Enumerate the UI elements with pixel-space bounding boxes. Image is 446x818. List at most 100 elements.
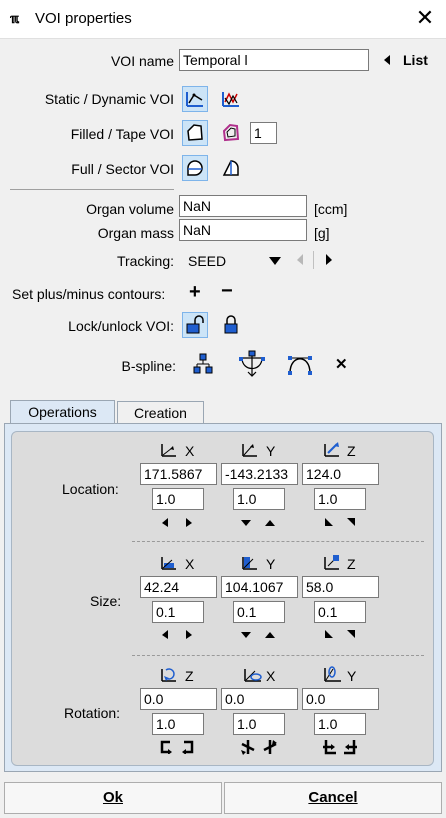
size-x-icon xyxy=(161,557,176,570)
size-y-input[interactable] xyxy=(221,576,298,598)
rotate-y-ccw-icon[interactable] xyxy=(321,739,337,755)
unlock-voi-button[interactable] xyxy=(182,312,208,338)
dynamic-voi-button[interactable] xyxy=(218,86,244,112)
static-voi-button[interactable] xyxy=(182,86,208,112)
bspline-tree-icon[interactable] xyxy=(192,352,214,374)
size-x-input[interactable] xyxy=(140,576,217,598)
window-title: VOI properties xyxy=(35,10,132,27)
location-y-icon xyxy=(242,444,257,457)
size-z-decrease-icon[interactable] xyxy=(324,629,334,639)
separator xyxy=(10,189,174,190)
tab-creation[interactable]: Creation xyxy=(117,401,204,423)
tab-operations[interactable]: Operations xyxy=(10,400,115,424)
list-button[interactable]: List xyxy=(383,52,441,70)
size-y-step[interactable] xyxy=(233,601,285,623)
size-separator xyxy=(132,655,424,656)
rotation-x-step[interactable] xyxy=(233,713,285,735)
plus-contour-button[interactable]: + xyxy=(189,281,201,303)
dynamic-voi-icon xyxy=(222,92,239,107)
rotate-x-cw-icon[interactable] xyxy=(262,739,278,755)
minus-contour-button[interactable]: − xyxy=(221,280,233,302)
rotation-z-icon xyxy=(161,668,176,682)
ok-button-label: Ok xyxy=(102,789,123,806)
rotation-z-label: Z xyxy=(185,668,194,684)
location-label: Location: xyxy=(62,481,119,497)
organ-mass-input[interactable] xyxy=(179,219,307,241)
tracking-divider xyxy=(313,251,314,269)
size-y-increase-icon[interactable] xyxy=(265,631,275,639)
tape-width-input[interactable] xyxy=(250,122,277,144)
lock-icon xyxy=(224,315,238,334)
rotation-x-input[interactable] xyxy=(221,688,298,710)
location-y-decrease-icon[interactable] xyxy=(241,519,251,527)
unlock-icon xyxy=(186,315,204,334)
rotate-z-cw-icon[interactable] xyxy=(181,740,195,754)
sector-voi-button[interactable] xyxy=(218,155,244,181)
location-x-input[interactable] xyxy=(140,463,217,485)
bspline-label: B-spline: xyxy=(121,358,176,374)
lock-voi-button[interactable] xyxy=(218,312,244,338)
previous-disabled-icon[interactable] xyxy=(296,254,304,266)
rotate-y-cw-icon[interactable] xyxy=(343,739,359,755)
rotation-x-icon xyxy=(244,669,262,682)
tracking-value: SEED xyxy=(188,253,227,269)
cancel-button[interactable]: Cancel xyxy=(224,782,442,814)
chevron-down-icon xyxy=(269,257,281,265)
pmod-logo-icon: ℼ xyxy=(10,11,20,26)
organ-volume-label: Organ volume xyxy=(86,201,174,217)
full-voi-button[interactable] xyxy=(182,155,208,181)
rotation-z-step[interactable] xyxy=(152,713,204,735)
static-voi-icon xyxy=(186,92,203,107)
rotation-z-input[interactable] xyxy=(140,688,217,710)
location-x-step[interactable] xyxy=(152,488,204,510)
organ-mass-label: Organ mass xyxy=(97,225,174,241)
size-z-input[interactable] xyxy=(302,576,379,598)
rotation-y-label: Y xyxy=(347,668,357,684)
rotate-x-ccw-icon[interactable] xyxy=(240,739,256,755)
location-x-decrease-icon[interactable] xyxy=(161,518,169,528)
full-sector-label: Full / Sector VOI xyxy=(71,161,174,177)
size-x-step[interactable] xyxy=(152,601,204,623)
size-y-icon xyxy=(242,557,257,570)
bspline-remove-icon[interactable]: ✕ xyxy=(335,355,348,373)
location-z-decrease-icon[interactable] xyxy=(324,517,334,527)
tape-voi-button[interactable] xyxy=(218,120,244,146)
ok-button[interactable]: Ok xyxy=(4,782,222,814)
location-y-input[interactable] xyxy=(221,463,298,485)
bspline-fit-icon[interactable] xyxy=(238,350,266,378)
close-icon[interactable]: ✕ xyxy=(410,4,440,32)
size-z-increase-icon[interactable] xyxy=(346,629,356,639)
plus-minus-label: Set plus/minus contours: xyxy=(12,286,166,302)
sector-voi-icon xyxy=(222,160,239,176)
rotate-z-ccw-icon[interactable] xyxy=(159,740,173,754)
location-x-icon xyxy=(161,444,176,457)
voi-name-input[interactable] xyxy=(179,49,369,71)
rotation-y-input[interactable] xyxy=(302,688,379,710)
bspline-curve-icon[interactable] xyxy=(287,352,313,376)
static-dynamic-label: Static / Dynamic VOI xyxy=(44,91,174,107)
size-y-decrease-icon[interactable] xyxy=(241,631,251,639)
organ-volume-input[interactable] xyxy=(179,195,307,217)
size-z-icon xyxy=(324,555,339,570)
tracking-select[interactable]: SEED xyxy=(183,250,288,272)
organ-volume-unit: [ccm] xyxy=(314,201,348,217)
location-y-step[interactable] xyxy=(233,488,285,510)
cancel-button-label: Cancel xyxy=(308,789,358,806)
location-z-increase-icon[interactable] xyxy=(346,517,356,527)
size-x-decrease-icon[interactable] xyxy=(161,630,169,640)
size-y-label: Y xyxy=(266,556,276,572)
location-separator xyxy=(132,541,424,542)
filled-voi-button[interactable] xyxy=(182,120,208,146)
size-z-step[interactable] xyxy=(314,601,366,623)
rotation-x-label: X xyxy=(266,668,276,684)
rotation-y-step[interactable] xyxy=(314,713,366,735)
next-icon[interactable] xyxy=(325,254,333,266)
location-x-increase-icon[interactable] xyxy=(185,518,193,528)
size-x-increase-icon[interactable] xyxy=(185,630,193,640)
location-y-increase-icon[interactable] xyxy=(265,519,275,527)
organ-mass-unit: [g] xyxy=(314,225,330,241)
rotation-label: Rotation: xyxy=(64,705,121,721)
location-z-icon xyxy=(324,442,339,457)
location-z-input[interactable] xyxy=(302,463,379,485)
location-z-step[interactable] xyxy=(314,488,366,510)
